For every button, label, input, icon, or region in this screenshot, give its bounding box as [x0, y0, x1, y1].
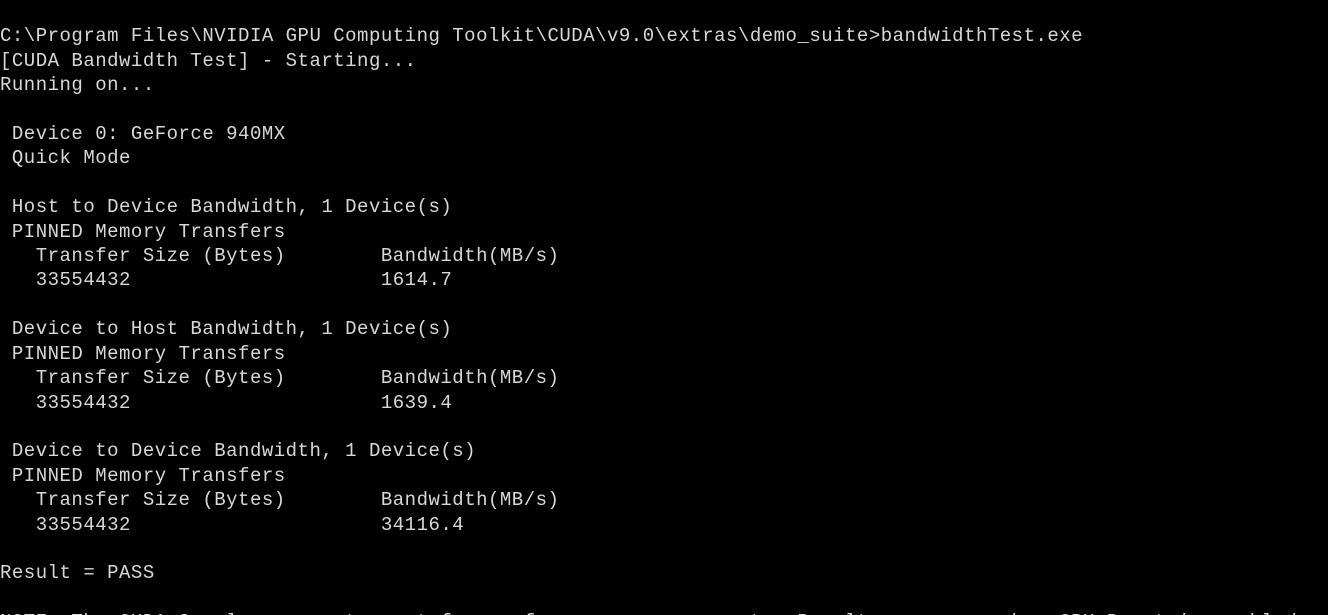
section-values: 33554432 1614.7 [0, 269, 452, 291]
col-header-bw: Bandwidth(MB/s) [381, 245, 560, 267]
terminal-output[interactable]: C:\Program Files\NVIDIA GPU Computing To… [0, 0, 1328, 615]
prompt-line: C:\Program Files\NVIDIA GPU Computing To… [0, 25, 1083, 47]
blank-line [0, 99, 12, 121]
col-header-size: Transfer Size (Bytes) [0, 489, 286, 511]
blank-line [0, 538, 12, 560]
command: bandwidthTest.exe [881, 25, 1083, 47]
cwd: C:\Program Files\NVIDIA GPU Computing To… [0, 25, 869, 47]
section-mem: PINNED Memory Transfers [0, 221, 286, 243]
section-header: Transfer Size (Bytes) Bandwidth(MB/s) [0, 367, 559, 389]
blank-line [0, 172, 12, 194]
section-title: Host to Device Bandwidth, 1 Device(s) [0, 196, 452, 218]
note-line: NOTE: The CUDA Samples are not meant for… [0, 611, 1309, 615]
section-title: Device to Host Bandwidth, 1 Device(s) [0, 318, 452, 340]
section-header: Transfer Size (Bytes) Bandwidth(MB/s) [0, 489, 559, 511]
col-value-size: 33554432 [0, 269, 131, 291]
mode-line: Quick Mode [0, 147, 131, 169]
col-value-size: 33554432 [0, 514, 131, 536]
section-title: Device to Device Bandwidth, 1 Device(s) [0, 440, 476, 462]
col-value-size: 33554432 [0, 392, 131, 414]
blank-line [0, 294, 12, 316]
col-header-bw: Bandwidth(MB/s) [381, 489, 560, 511]
section-mem: PINNED Memory Transfers [0, 465, 286, 487]
col-value-bw: 1614.7 [381, 269, 452, 291]
title-line: [CUDA Bandwidth Test] - Starting... [0, 50, 417, 72]
section-mem: PINNED Memory Transfers [0, 343, 286, 365]
col-header-size: Transfer Size (Bytes) [0, 367, 286, 389]
col-value-bw: 34116.4 [381, 514, 464, 536]
section-values: 33554432 1639.4 [0, 392, 452, 414]
blank-line [0, 416, 12, 438]
section-values: 33554432 34116.4 [0, 514, 464, 536]
running-line: Running on... [0, 74, 155, 96]
blank-line [0, 587, 12, 609]
col-header-size: Transfer Size (Bytes) [0, 245, 286, 267]
col-header-bw: Bandwidth(MB/s) [381, 367, 560, 389]
section-header: Transfer Size (Bytes) Bandwidth(MB/s) [0, 245, 559, 267]
result-line: Result = PASS [0, 562, 155, 584]
col-value-bw: 1639.4 [381, 392, 452, 414]
device-line: Device 0: GeForce 940MX [0, 123, 286, 145]
